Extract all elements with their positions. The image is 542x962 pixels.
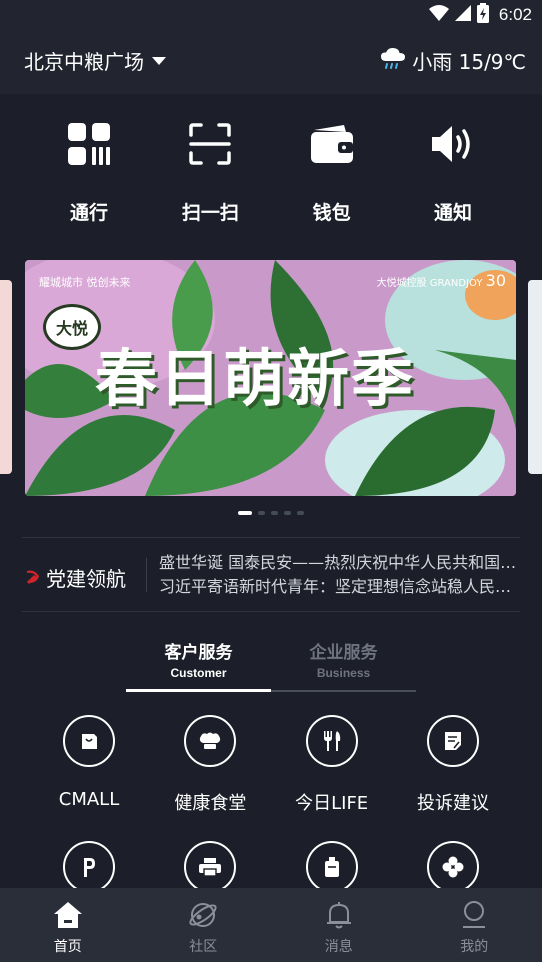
tab-sublabel: Customer [170, 666, 227, 680]
banner-logo-text: 大悦城控股 GRANDJOY [376, 278, 483, 289]
user-icon [457, 898, 491, 932]
banner-next-peek[interactable] [528, 280, 542, 474]
tab-business[interactable]: 企业服务 Business [271, 638, 416, 680]
qr-grid-icon [65, 120, 113, 168]
banner-badge: 大悦 [43, 304, 101, 350]
banner-logo-number: 30 [485, 271, 506, 290]
status-icons: 6:02 [428, 3, 532, 27]
tab-customer[interactable]: 客户服务 Customer [126, 638, 271, 680]
location-text: 北京中粮广场 [24, 50, 144, 74]
planet-icon [186, 898, 220, 932]
carousel-dot[interactable] [271, 511, 278, 515]
chef-hat-icon [184, 715, 237, 767]
quick-action-label: 钱包 [312, 202, 351, 224]
fork-knife-icon [305, 715, 358, 767]
quick-actions: 通行 扫一扫 钱包 通知 [30, 120, 512, 240]
quick-action-label: 扫一扫 [181, 202, 239, 224]
hammer-sickle-icon [24, 567, 42, 589]
nav-label: 社区 [189, 939, 218, 955]
bell-icon [322, 898, 356, 932]
nav-community[interactable]: 社区 [136, 888, 272, 962]
bottom-nav: 首页 社区 消息 我的 [0, 888, 542, 962]
scan-icon [186, 120, 234, 168]
service-label: 投诉建议 [416, 793, 489, 814]
service-label: 健康食堂 [174, 793, 247, 814]
news-item[interactable]: 盛世华诞 国泰民安——热烈庆祝中华人民共和国成立 [159, 551, 519, 575]
carousel-dot[interactable] [258, 511, 265, 515]
home-icon [51, 898, 85, 932]
bag-icon [305, 841, 358, 893]
quick-action-wallet[interactable]: 钱包 [273, 120, 391, 240]
divider [22, 611, 520, 612]
carousel-dot[interactable] [238, 511, 252, 515]
status-time: 6:02 [498, 5, 532, 24]
carousel-indicator [0, 511, 542, 515]
clover-icon [426, 841, 479, 893]
service-label: 今日LIFE [295, 793, 369, 814]
news-ticker[interactable]: 盛世华诞 国泰民安——热烈庆祝中华人民共和国成立 习近平寄语新时代青年：坚定理想… [159, 551, 519, 599]
quick-action-pass[interactable]: 通行 [30, 120, 148, 240]
nav-label: 我的 [460, 939, 489, 955]
quick-action-label: 通行 [69, 202, 108, 224]
quick-action-label: 通知 [433, 202, 472, 224]
nav-messages[interactable]: 消息 [271, 888, 407, 962]
nav-label: 首页 [53, 939, 82, 955]
wifi-icon [428, 5, 449, 25]
weather: 小雨 15/9℃ [380, 46, 526, 75]
carousel-dot[interactable] [284, 511, 291, 515]
service-bag[interactable] [272, 841, 392, 893]
tab-label: 企业服务 [309, 643, 378, 663]
tab-sublabel: Business [316, 666, 371, 680]
service-print[interactable] [150, 841, 270, 893]
party-news: 党建领航 盛世华诞 国泰民安——热烈庆祝中华人民共和国成立 习近平寄语新时代青年… [22, 548, 520, 602]
service-label: CMALL [58, 789, 120, 810]
banner-prev-peek[interactable] [0, 280, 12, 474]
tab-indicator [126, 689, 271, 692]
nav-home[interactable]: 首页 [0, 888, 136, 962]
quick-action-scan[interactable]: 扫一扫 [151, 120, 269, 240]
chevron-down-icon [152, 51, 166, 70]
quick-action-notify[interactable]: 通知 [394, 120, 512, 240]
promo-banner[interactable]: 耀城城市 悦创未来 大悦城控股 GRANDJOY 30 大悦 春日萌新季 [25, 260, 516, 496]
shopping-bag-icon [63, 715, 115, 767]
divider [22, 537, 520, 538]
banner-title: 春日萌新季 [95, 342, 416, 415]
service-cmall[interactable]: CMALL [29, 715, 149, 815]
rain-cloud-icon [380, 47, 406, 75]
status-bar: 6:02 [0, 0, 542, 30]
nav-label: 消息 [324, 939, 353, 955]
header: 北京中粮广场 小雨 15/9℃ [0, 30, 542, 94]
weather-text: 小雨 15/9℃ [412, 50, 526, 74]
divider [146, 558, 147, 592]
feedback-edit-icon [426, 715, 479, 767]
battery-icon [476, 3, 489, 27]
location-selector[interactable]: 北京中粮广场 [24, 46, 166, 75]
party-label: 党建领航 [24, 563, 126, 592]
service-grid: CMALL 健康食堂 今日LIFE 投诉建议 [29, 715, 513, 893]
service-tabs: 客户服务 Customer 企业服务 Business [126, 638, 416, 694]
parking-icon [63, 841, 115, 893]
carousel-dot[interactable] [297, 511, 304, 515]
party-label-text: 党建领航 [46, 567, 126, 591]
service-feedback[interactable]: 投诉建议 [393, 715, 513, 815]
nav-profile[interactable]: 我的 [407, 888, 542, 962]
banner-logo: 大悦城控股 GRANDJOY 30 [376, 271, 506, 290]
service-parking[interactable] [29, 841, 149, 893]
printer-icon [184, 841, 237, 893]
news-item[interactable]: 习近平寄语新时代青年：坚定理想信念站稳人民立场 [159, 575, 519, 599]
tab-label: 客户服务 [164, 643, 233, 663]
service-canteen[interactable]: 健康食堂 [150, 715, 270, 815]
banner-top-left-text: 耀城城市 悦创未来 [39, 276, 131, 289]
service-life[interactable]: 今日LIFE [272, 715, 392, 815]
wallet-icon [308, 120, 356, 168]
signal-icon [454, 5, 471, 25]
service-more[interactable] [393, 841, 513, 893]
speaker-icon [429, 120, 477, 168]
